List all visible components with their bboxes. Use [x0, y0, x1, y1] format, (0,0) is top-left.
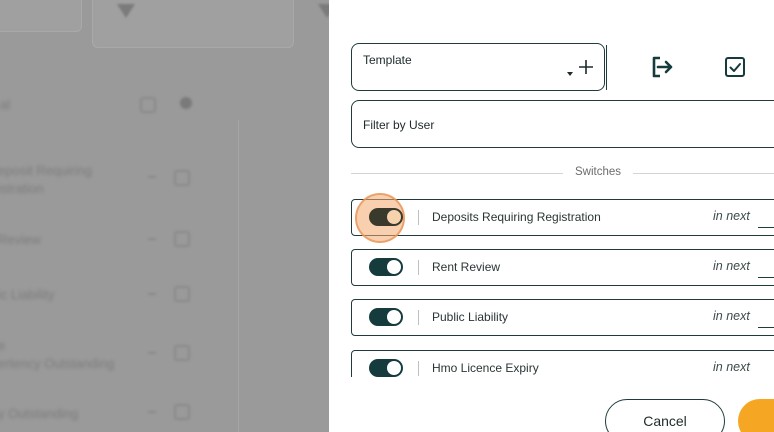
toggle-switch[interactable]: [369, 208, 403, 226]
background-dash: [148, 352, 156, 354]
template-separator: [606, 45, 607, 90]
toggle-knob: [387, 310, 401, 324]
in-next-label: in next: [713, 209, 750, 223]
background-divider: [238, 120, 239, 432]
background-marker-icon: [318, 4, 329, 18]
background-item: ic Liability: [0, 287, 55, 302]
background-settings-icon: [180, 97, 192, 109]
background-title: al: [0, 97, 11, 112]
plus-icon[interactable]: [576, 57, 596, 77]
switch-row-public-liability: Public Liability in next: [351, 299, 774, 336]
logout-icon[interactable]: [649, 54, 675, 80]
switch-label: Public Liability: [432, 310, 509, 324]
background-item: y Outstanding: [0, 406, 79, 421]
background-filter-icon: [140, 97, 156, 113]
background-marker-icon: [117, 4, 135, 18]
switch-row-hmo-licence-expiry: Hmo Licence Expiry in next: [351, 350, 774, 377]
checkbox-icon[interactable]: [722, 54, 748, 80]
chevron-down-icon[interactable]: [567, 72, 573, 76]
toggle-switch[interactable]: [369, 308, 403, 326]
background-item: e: [0, 338, 6, 353]
in-next-label: in next: [713, 309, 750, 323]
template-select[interactable]: Template: [351, 43, 605, 91]
switch-label: Deposits Requiring Registration: [432, 210, 601, 224]
background-edit-icon: [174, 286, 190, 302]
background-item: Review: [0, 232, 41, 247]
filter-by-user-label: Filter by User: [363, 118, 435, 132]
filter-by-user-input[interactable]: Filter by User: [351, 100, 774, 148]
toggle-knob: [387, 210, 401, 224]
row-separator: [418, 361, 419, 376]
switch-row-deposits-requiring-registration: Deposits Requiring Registration in next: [351, 193, 774, 243]
background-dash: [148, 411, 156, 413]
row-separator: [418, 310, 419, 325]
background-item: eposit Requiring: [0, 163, 92, 178]
toggle-switch[interactable]: [369, 258, 403, 276]
toggle-knob: [387, 260, 401, 274]
switch-row-rent-review: Rent Review in next: [351, 249, 774, 286]
in-next-input[interactable]: [758, 327, 774, 328]
switch-label: Hmo Licence Expiry: [432, 361, 539, 375]
background-dash: [148, 176, 156, 178]
in-next-input[interactable]: [758, 277, 774, 278]
cancel-button[interactable]: Cancel: [605, 399, 725, 432]
in-next-input[interactable]: [758, 227, 774, 228]
row-separator: [418, 260, 419, 275]
toggle-switch[interactable]: [369, 359, 403, 377]
toggle-knob: [387, 361, 401, 375]
row-separator: [418, 210, 419, 225]
background-edit-icon: [174, 404, 190, 420]
in-next-label: in next: [713, 259, 750, 273]
in-next-label: in next: [713, 360, 750, 374]
background-item: ertency Outstanding: [0, 356, 115, 371]
background-edit-icon: [174, 170, 190, 186]
background-page: al eposit Requiring istration Review ic …: [0, 0, 329, 432]
switch-label: Rent Review: [432, 260, 501, 274]
background-dash: [148, 293, 156, 295]
background-card: [0, 0, 82, 32]
divider: [633, 173, 774, 174]
background-edit-icon: [174, 345, 190, 361]
divider: [351, 173, 563, 174]
switches-list[interactable]: Deposits Requiring Registration in next …: [351, 190, 774, 377]
save-button[interactable]: [738, 399, 774, 432]
switches-title: Switches: [574, 166, 622, 178]
background-edit-icon: [174, 231, 190, 247]
template-label: Template: [363, 53, 412, 67]
background-item: istration: [0, 181, 44, 196]
notification-settings-drawer: Template Filter by User Switches Deposit…: [329, 0, 774, 432]
background-dash: [148, 238, 156, 240]
